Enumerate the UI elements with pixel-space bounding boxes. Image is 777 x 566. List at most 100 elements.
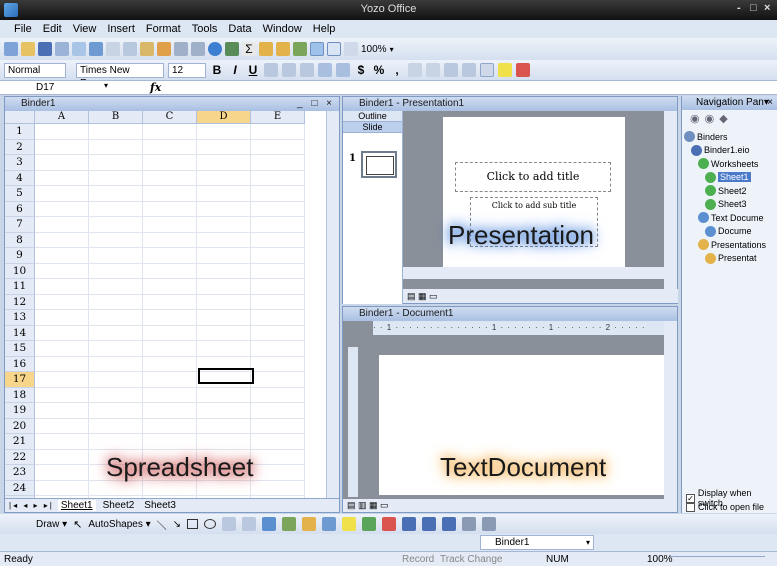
grid-cell[interactable] <box>143 186 197 202</box>
binder-dropdown-icon[interactable]: ▾ <box>586 536 590 549</box>
grid-cell[interactable] <box>35 387 89 403</box>
menu-format[interactable]: Format <box>146 23 181 35</box>
grid-cell[interactable] <box>197 418 251 434</box>
title-placeholder[interactable]: Click to add title <box>455 162 611 192</box>
grid-cell[interactable] <box>251 170 305 186</box>
fill-color-icon[interactable] <box>498 63 512 77</box>
grid-cell[interactable] <box>143 139 197 155</box>
grid-cell[interactable] <box>143 232 197 248</box>
grid-cell[interactable] <box>197 139 251 155</box>
horizontal-ruler[interactable]: · · 1 · · · · · · · · · · · · · · 1 · · … <box>373 321 665 335</box>
grid-cell[interactable] <box>35 434 89 450</box>
row-header[interactable]: 4 <box>5 170 35 186</box>
line-style-icon[interactable] <box>402 517 417 531</box>
increase-decimal-icon[interactable] <box>408 63 422 77</box>
line-color-icon[interactable] <box>362 517 377 531</box>
menu-tools[interactable]: Tools <box>192 23 218 35</box>
grid-cell[interactable] <box>143 279 197 295</box>
select-objects-icon[interactable]: ↖ <box>73 518 82 531</box>
clipart-icon[interactable] <box>302 517 317 531</box>
status-record[interactable]: Record <box>402 554 434 565</box>
bold-button[interactable]: B <box>210 63 224 77</box>
pane-window-controls[interactable]: _ □ × <box>297 97 335 111</box>
grid-cell[interactable] <box>251 449 305 465</box>
oval-icon[interactable] <box>204 519 217 529</box>
row-header[interactable]: 19 <box>5 403 35 419</box>
sheet-tab-sheet2[interactable]: Sheet2 <box>100 500 138 511</box>
paste-icon[interactable] <box>140 42 154 56</box>
slide-tab[interactable]: Slide <box>343 122 402 133</box>
percent-button[interactable]: % <box>372 63 386 77</box>
navigation-toolbar[interactable]: ◉◉◆ <box>682 110 777 128</box>
sheet-nav-buttons[interactable]: |◂ ◂ ▸ ▸| <box>9 501 54 510</box>
sort-ascending-icon[interactable] <box>259 42 273 56</box>
grid-cell[interactable] <box>89 186 143 202</box>
grid-cell[interactable] <box>35 480 89 496</box>
grid-cell[interactable] <box>197 232 251 248</box>
grid-cell[interactable] <box>251 217 305 233</box>
grid-cell[interactable] <box>197 403 251 419</box>
format-painter-icon[interactable] <box>157 42 171 56</box>
grid-cell[interactable] <box>35 356 89 372</box>
grid-cell[interactable] <box>251 155 305 171</box>
grid-cell[interactable] <box>89 341 143 357</box>
grid-cell[interactable] <box>143 217 197 233</box>
grid-cell[interactable] <box>143 341 197 357</box>
grid-cell[interactable] <box>89 139 143 155</box>
open-icon[interactable] <box>21 42 35 56</box>
font-select[interactable]: Times New Roman <box>76 62 164 89</box>
slide-thumbnail[interactable] <box>361 151 397 178</box>
cell-reference-dropdown-icon[interactable]: ▾ <box>104 81 108 90</box>
menu-insert[interactable]: Insert <box>107 23 135 35</box>
grid-cell[interactable] <box>143 170 197 186</box>
grid-cell[interactable] <box>89 155 143 171</box>
grid-cell[interactable] <box>35 449 89 465</box>
spell-check-icon[interactable] <box>89 42 103 56</box>
vertical-ruler[interactable] <box>348 347 358 497</box>
font-color-icon[interactable] <box>516 63 530 77</box>
redo-icon[interactable] <box>191 42 205 56</box>
row-header[interactable]: 14 <box>5 325 35 341</box>
row-header[interactable]: 17 <box>5 372 35 388</box>
row-header[interactable]: 7 <box>5 217 35 233</box>
grid-cell[interactable] <box>89 387 143 403</box>
grid-cell[interactable] <box>89 248 143 264</box>
grid-cell[interactable] <box>197 186 251 202</box>
print-icon[interactable] <box>55 42 69 56</box>
grid-cell[interactable] <box>251 356 305 372</box>
grid-cell[interactable] <box>143 155 197 171</box>
grid-cell[interactable] <box>89 403 143 419</box>
grid-cell[interactable] <box>35 418 89 434</box>
click-to-open-checkbox[interactable] <box>686 502 695 512</box>
grid-cell[interactable] <box>35 341 89 357</box>
row-header[interactable]: 9 <box>5 248 35 264</box>
menu-file[interactable]: File <box>14 23 32 35</box>
diagram-icon[interactable] <box>282 517 297 531</box>
grid-cell[interactable] <box>197 201 251 217</box>
grid-cell[interactable] <box>35 170 89 186</box>
grid-cell[interactable] <box>35 248 89 264</box>
insert-function-icon[interactable]: fx <box>150 81 161 94</box>
grid-cell[interactable] <box>89 279 143 295</box>
tree-node[interactable]: Sheet3 <box>684 198 766 212</box>
grid-cell[interactable] <box>89 294 143 310</box>
grid-cell[interactable] <box>197 341 251 357</box>
grid-cell[interactable] <box>251 418 305 434</box>
grid-cell[interactable] <box>143 248 197 264</box>
grid-cell[interactable] <box>197 170 251 186</box>
presentation-horizontal-scrollbar[interactable] <box>403 267 665 279</box>
cell-grid[interactable]: A B C D E 1 2 3 4 5 6 7 8 9 10 11 12 13 14 15 16 17 18 19 2… <box>5 111 327 501</box>
grid-cell[interactable] <box>143 325 197 341</box>
tree-node[interactable]: Sheet2 <box>684 184 766 198</box>
grid-cell[interactable] <box>143 403 197 419</box>
grid-cell[interactable] <box>89 325 143 341</box>
merge-cells-icon[interactable] <box>318 63 332 77</box>
table-icon[interactable] <box>225 42 239 56</box>
decrease-decimal-icon[interactable] <box>426 63 440 77</box>
wordart-icon[interactable] <box>262 517 277 531</box>
grid-cell[interactable] <box>251 387 305 403</box>
grid-cell[interactable] <box>35 310 89 326</box>
active-cell-d17[interactable] <box>198 368 254 384</box>
grid-cell[interactable] <box>197 325 251 341</box>
row-header[interactable]: 13 <box>5 310 35 326</box>
